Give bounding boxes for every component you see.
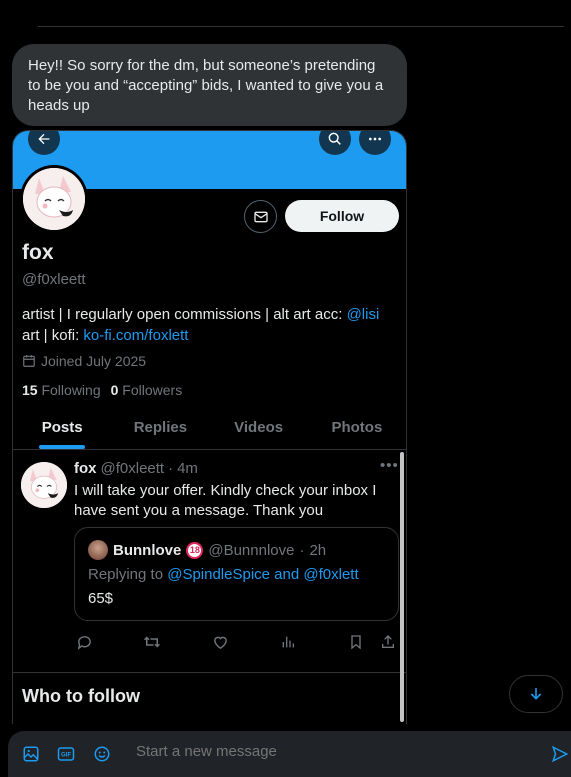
views-icon	[282, 636, 294, 648]
follow-counts: 15 Following 0 Followers	[22, 382, 182, 398]
tweet-sep: ·	[168, 460, 174, 477]
profile-handle: @f0xleett	[22, 271, 86, 288]
joined-text: Joined July 2025	[41, 353, 147, 369]
quote-header: Bunnlove 18 @Bunnnlove · 2h	[88, 540, 326, 560]
send-button[interactable]	[549, 743, 571, 765]
search-icon	[328, 132, 341, 145]
profile-tabs: Posts Replies Videos Photos	[13, 406, 406, 450]
send-icon	[551, 745, 569, 763]
quote-handle[interactable]: @Bunnnlove	[208, 542, 294, 559]
message-button[interactable]	[244, 200, 277, 233]
image-icon	[23, 746, 39, 762]
message-composer: GIF	[8, 731, 571, 777]
tweet-time[interactable]: 4m	[177, 460, 198, 477]
svg-text:GIF: GIF	[61, 753, 71, 759]
quote-text: 65$	[88, 590, 114, 607]
quoted-tweet[interactable]: Bunnlove 18 @Bunnnlove · 2h Replying to …	[74, 527, 399, 621]
tweet-handle[interactable]: @f0xleett	[101, 460, 165, 477]
media-button[interactable]	[20, 743, 42, 765]
views-button[interactable]	[277, 631, 299, 653]
tab-photos[interactable]: Photos	[308, 406, 406, 449]
emoji-icon	[94, 746, 110, 762]
followers-link[interactable]: 0 Followers	[111, 382, 183, 398]
repost-icon	[143, 636, 161, 648]
following-link[interactable]: 15 Following	[22, 382, 101, 398]
bio-mention-link[interactable]: @lisi	[347, 306, 380, 323]
tweet-author[interactable]: fox	[74, 460, 97, 477]
joined-date: Joined July 2025	[22, 353, 146, 369]
fox-avatar-icon	[23, 168, 85, 230]
bookmark-icon	[351, 635, 361, 650]
tweet-actions	[13, 631, 406, 653]
emoji-button[interactable]	[91, 743, 113, 765]
dm-message-bubble[interactable]: Hey!! So sorry for the dm, but someone’s…	[12, 44, 407, 126]
heart-icon	[213, 636, 227, 649]
quote-sep: ·	[299, 541, 305, 559]
tab-videos[interactable]: Videos	[210, 406, 308, 449]
tweet[interactable]: fox @f0xleett · 4m ••• I will take your …	[13, 451, 406, 673]
envelope-icon	[253, 211, 268, 222]
profile-card[interactable]: Follow fox @f0xleett artist | I regularl…	[12, 130, 407, 724]
reply-icon	[77, 635, 91, 650]
bio-text-mid: art | kofi:	[22, 327, 84, 344]
more-icon	[369, 137, 381, 141]
replying-to-link[interactable]: @SpindleSpice and @f0xlett	[167, 566, 358, 583]
arrow-left-icon	[38, 133, 50, 145]
tweet-header: fox @f0xleett · 4m	[74, 460, 198, 477]
fox-avatar-icon	[21, 462, 67, 508]
follow-button[interactable]: Follow	[285, 200, 399, 232]
tab-posts[interactable]: Posts	[13, 406, 111, 449]
who-to-follow-heading: Who to follow	[22, 686, 140, 706]
like-button[interactable]	[209, 631, 231, 653]
gif-icon: GIF	[57, 747, 75, 761]
arrow-down-icon	[530, 688, 542, 700]
tweet-text: I will take your offer. Kindly check you…	[74, 482, 377, 519]
scroll-to-bottom-button[interactable]	[509, 675, 563, 713]
bio-text: artist | I regularly open commissions | …	[22, 306, 347, 323]
repost-button[interactable]	[141, 631, 163, 653]
top-divider	[38, 26, 564, 27]
quote-replying-to: Replying to @SpindleSpice and @f0xlett	[88, 566, 359, 583]
bio-kofi-link[interactable]: ko-fi.com/foxlett	[83, 327, 188, 344]
reply-button[interactable]	[73, 631, 95, 653]
quote-author[interactable]: Bunnlove	[113, 542, 181, 559]
quote-time[interactable]: 2h	[309, 542, 326, 559]
profile-bio: artist | I regularly open commissions | …	[22, 304, 392, 346]
age-18-badge-icon: 18	[186, 541, 204, 559]
tab-replies[interactable]: Replies	[111, 406, 209, 449]
message-input[interactable]	[136, 743, 516, 760]
profile-avatar[interactable]	[20, 165, 88, 233]
tweet-more-icon[interactable]: •••	[380, 457, 399, 474]
quote-avatar[interactable]	[88, 540, 108, 560]
share-button[interactable]	[377, 631, 399, 653]
profile-name: fox	[22, 241, 54, 264]
gif-button[interactable]: GIF	[55, 743, 77, 765]
tweet-avatar[interactable]	[21, 462, 67, 508]
share-icon	[382, 635, 394, 648]
calendar-icon	[23, 355, 35, 367]
bookmark-button[interactable]	[345, 631, 367, 653]
scrollbar[interactable]	[400, 452, 404, 722]
dm-message-text: Hey!! So sorry for the dm, but someone’s…	[28, 57, 384, 114]
